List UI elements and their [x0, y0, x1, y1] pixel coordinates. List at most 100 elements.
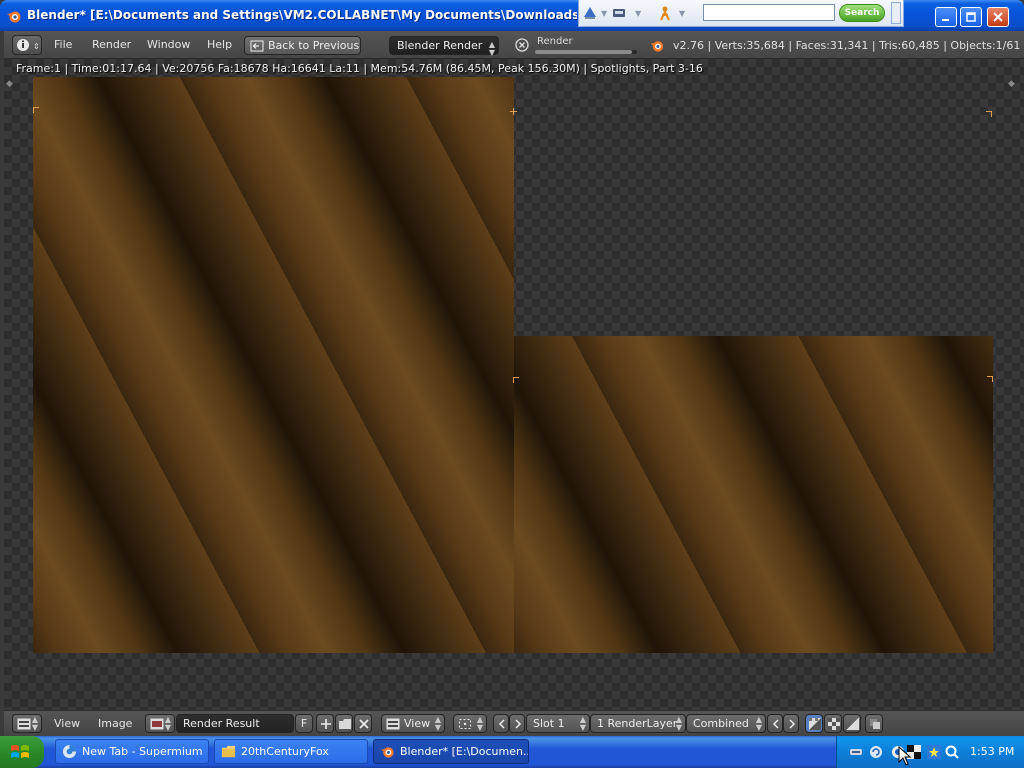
clock: 1:53 PM [970, 745, 1015, 758]
menu-image[interactable]: Image [98, 717, 132, 730]
unlink-image-button[interactable] [354, 714, 372, 733]
window-title: Blender* [E:\Documents and Settings\VM2.… [27, 8, 577, 22]
tile-corner-marker [510, 108, 517, 115]
windows-taskbar: New Tab - Supermium 20thCenturyFox Blend… [0, 736, 1024, 768]
updown-arrows-icon: ▲ ▼ [164, 715, 171, 732]
cancel-render-icon[interactable] [515, 38, 529, 52]
image-editor-header: ▲ ▼ View Image ▲ ▼ Render Result F View ▲ ▼… [4, 710, 1024, 736]
taskbar-item-label: New Tab - Supermium [82, 745, 203, 758]
plus-icon [321, 719, 331, 729]
taskbar-item-label: 20thCenturyFox [241, 745, 329, 758]
pin-image-button[interactable] [865, 714, 883, 733]
menu-file[interactable]: File [54, 38, 72, 51]
editor-type-selector[interactable]: ⇕ [12, 35, 42, 55]
back-to-previous-button[interactable]: Back to Previous [244, 36, 361, 55]
updown-arrows-icon: ▲ ▼ [755, 715, 762, 732]
render-pass-select[interactable]: Combined ▲ ▼ [686, 714, 766, 733]
menu-window[interactable]: Window [147, 38, 190, 51]
render-engine-value: Blender Render [397, 39, 483, 52]
bounding-box-icon [459, 719, 471, 729]
minimize-icon [942, 19, 949, 21]
checker-icon [828, 718, 840, 730]
device-icon[interactable] [611, 5, 627, 21]
close-icon [993, 12, 1003, 22]
taskbar-item-folder[interactable]: 20thCenturyFox [214, 739, 368, 764]
chevron-down-icon[interactable]: ▼ [601, 9, 607, 18]
menu-view[interactable]: View [54, 717, 80, 730]
chevron-down-icon[interactable]: ▼ [635, 9, 641, 18]
search-tray-icon[interactable] [945, 745, 959, 759]
start-button[interactable] [0, 736, 44, 768]
maximize-button[interactable] [960, 7, 982, 27]
close-button[interactable] [987, 7, 1009, 27]
display-mode-select[interactable]: View ▲ ▼ [381, 714, 445, 733]
render-layer-value: 1 RenderLayer [597, 717, 678, 730]
draw-zbuffer-button[interactable] [843, 714, 861, 733]
folder-icon [339, 719, 351, 729]
blender-logo-icon [650, 41, 664, 52]
new-image-button[interactable] [316, 714, 334, 733]
blender-logo-icon [380, 747, 394, 758]
menu-help[interactable]: Help [207, 38, 232, 51]
pivot-select[interactable]: ▲ ▼ [453, 714, 487, 733]
taskbar-item-blender[interactable]: Blender* [E:\Documen... [373, 739, 529, 764]
render-engine-select[interactable]: Blender Render ▲ ▼ [389, 36, 499, 57]
slot-value: Slot 1 [533, 717, 565, 730]
mouse-cursor-icon [898, 746, 912, 766]
prev-pass-button[interactable] [767, 714, 783, 733]
window-title-bar[interactable]: Blender* [E:\Documents and Settings\VM2.… [0, 0, 1024, 31]
chevron-right-icon [789, 719, 796, 729]
person-icon[interactable] [657, 5, 673, 21]
draw-alpha-button[interactable] [824, 714, 842, 733]
next-pass-button[interactable] [783, 714, 799, 733]
windows-logo-icon [11, 745, 29, 758]
image-name-field[interactable]: Render Result [176, 714, 294, 733]
updown-arrows-icon: ▲ ▼ [31, 715, 38, 732]
search-button[interactable]: Search [839, 4, 885, 22]
info-icon: ⇕ [17, 39, 40, 51]
browser-icon [62, 744, 77, 759]
updown-arrows-icon: ▲ ▼ [476, 715, 483, 732]
star-tray-icon[interactable] [927, 745, 941, 759]
stack-icon [870, 719, 880, 729]
system-tray: 1:53 PM [836, 736, 1024, 768]
draw-color-alpha-button[interactable] [805, 714, 823, 733]
browse-image-button[interactable]: ▲ ▼ [145, 714, 175, 733]
tile-corner-marker [986, 111, 992, 117]
menu-render[interactable]: Render [92, 38, 131, 51]
chevron-right-icon [515, 719, 522, 729]
back-screen-icon [250, 40, 264, 52]
chevron-down-icon[interactable]: ▼ [679, 9, 685, 18]
search-input[interactable] [703, 4, 835, 21]
fake-user-button[interactable]: F [295, 714, 313, 733]
image-name-value: Render Result [183, 717, 260, 730]
prev-slot-button[interactable] [493, 714, 509, 733]
display-mode-value: View [404, 717, 431, 730]
render-progress-bar [535, 50, 637, 54]
chevron-left-icon [772, 719, 779, 729]
taskbar-item-browser[interactable]: New Tab - Supermium [55, 739, 209, 764]
image-editor-viewport[interactable]: ◆ ◆ Frame:1 | Time:01:17.64 | Ve:20756 F… [4, 59, 1024, 710]
image-browse-icon [150, 718, 164, 730]
tile-corner-marker [513, 377, 519, 383]
update-tray-icon[interactable] [869, 745, 883, 759]
area-split-corner-icon[interactable]: ◆ [1008, 79, 1015, 89]
image-editor-icon [386, 718, 400, 730]
slot-select[interactable]: Slot 1 ▲ ▼ [526, 714, 590, 733]
render-progress-label: Render [537, 36, 573, 47]
render-pass-value: Combined [693, 717, 749, 730]
svg-text:⇕: ⇕ [33, 42, 40, 51]
back-to-previous-label: Back to Previous [268, 39, 360, 52]
network-icon[interactable] [582, 5, 598, 21]
open-image-button[interactable] [335, 714, 353, 733]
area-split-corner-icon[interactable]: ◆ [6, 79, 13, 89]
render-layer-select[interactable]: 1 RenderLayer ▲ ▼ [590, 714, 686, 733]
toolbar-scrollbar[interactable] [891, 2, 901, 24]
editor-type-selector[interactable]: ▲ ▼ [12, 714, 42, 733]
tile-corner-marker [987, 376, 993, 382]
minimize-button[interactable] [935, 7, 957, 27]
maximize-icon [966, 12, 976, 22]
network-tray-icon[interactable] [849, 745, 863, 759]
chevron-left-icon [498, 719, 505, 729]
next-slot-button[interactable] [509, 714, 525, 733]
